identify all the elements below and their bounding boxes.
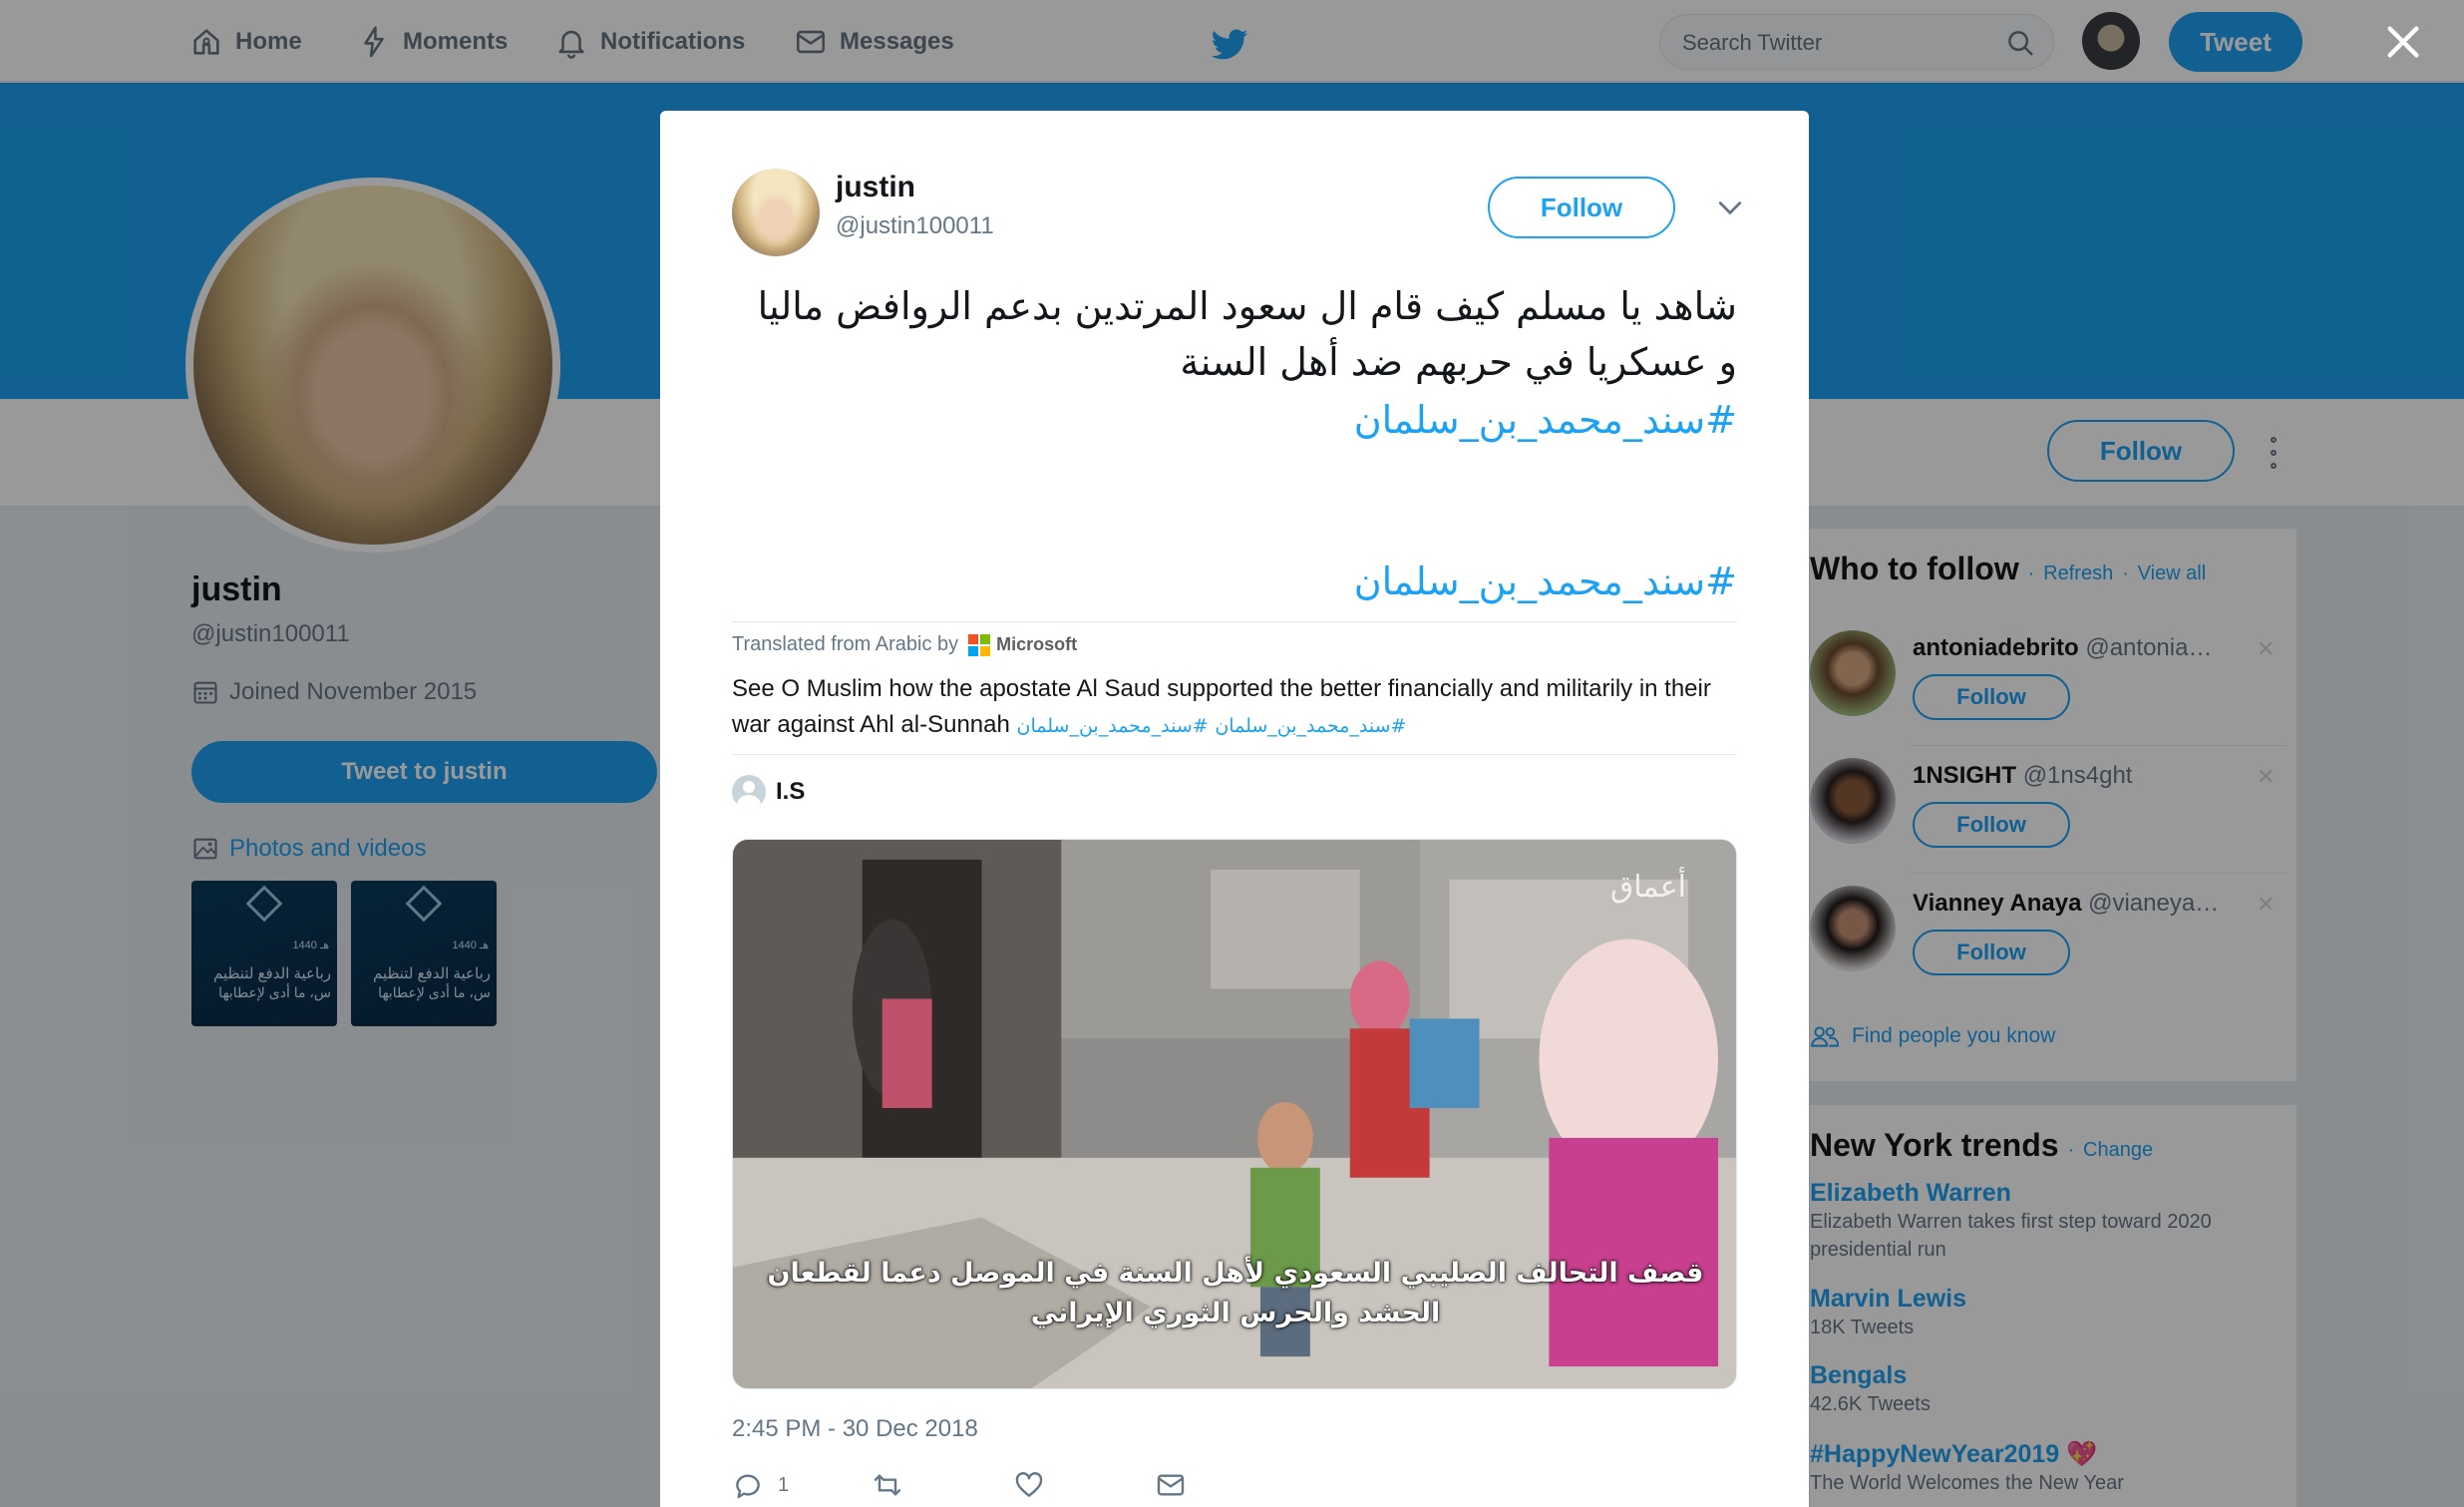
hashtag-link[interactable]: #سند_محمد_بن_سلمان (1017, 715, 1209, 737)
tweet-body: شاهد يا مسلم كيف قام ال سعود المرتدين بد… (757, 284, 1737, 384)
quoted-account-name: I.S (776, 778, 806, 805)
hashtag-link[interactable]: #سند_محمد_بن_سلمان (1215, 715, 1406, 737)
translation-attribution: Translated from Arabic by Microsoft (732, 633, 1077, 656)
hashtag-link[interactable]: #سند_محمد_بن_سلمان (732, 392, 1737, 448)
tweet-author-handle[interactable]: @justin100011 (836, 212, 994, 240)
chevron-down-icon[interactable] (1717, 198, 1743, 218)
direct-message-button[interactable] (1155, 1469, 1187, 1501)
translated-text: See O Muslim how the apostate Al Saud su… (732, 671, 1739, 744)
reply-icon (736, 1474, 760, 1499)
quoted-account[interactable]: I.S (732, 775, 805, 809)
tweet-timestamp[interactable]: 2:45 PM - 30 Dec 2018 (732, 1415, 978, 1443)
divider (732, 754, 1737, 755)
microsoft-logo-icon (968, 633, 991, 656)
reply-count: 1 (778, 1473, 790, 1496)
retweet-icon (874, 1474, 901, 1496)
divider (732, 621, 1737, 622)
tweet-text: شاهد يا مسلم كيف قام ال سعود المرتدين بد… (732, 278, 1737, 448)
hashtag-link[interactable]: #سند_محمد_بن_سلمان (1354, 560, 1737, 603)
translated-from-label: Translated from Arabic by (732, 633, 959, 655)
like-button[interactable] (1013, 1469, 1045, 1501)
envelope-icon (1157, 1474, 1185, 1496)
retweet-button[interactable] (872, 1469, 903, 1501)
close-icon[interactable] (2383, 22, 2423, 62)
heart-icon (1015, 1472, 1043, 1497)
video-watermark: أعماق (1610, 870, 1686, 905)
translator-name: Microsoft (996, 634, 1078, 654)
tweet-author-avatar[interactable] (732, 169, 820, 256)
default-avatar-icon (732, 775, 766, 809)
tweet-actions: 1 (732, 1469, 1330, 1507)
tweet-author-name[interactable]: justin (836, 171, 915, 204)
tweet-video[interactable]: أعماق قصف التحالف الصليبي السعودي لأهل ا… (732, 839, 1737, 1389)
video-subtitle: قصف التحالف الصليبي السعودي لأهل السنة ف… (767, 1258, 1704, 1328)
tweet-text-secondary: #سند_محمد_بن_سلمان (732, 554, 1737, 609)
follow-button[interactable]: Follow (1488, 177, 1675, 238)
tweet-permalink-modal: justin @justin100011 Follow شاهد يا مسلم… (660, 111, 1809, 1507)
reply-button[interactable]: 1 (732, 1469, 789, 1501)
